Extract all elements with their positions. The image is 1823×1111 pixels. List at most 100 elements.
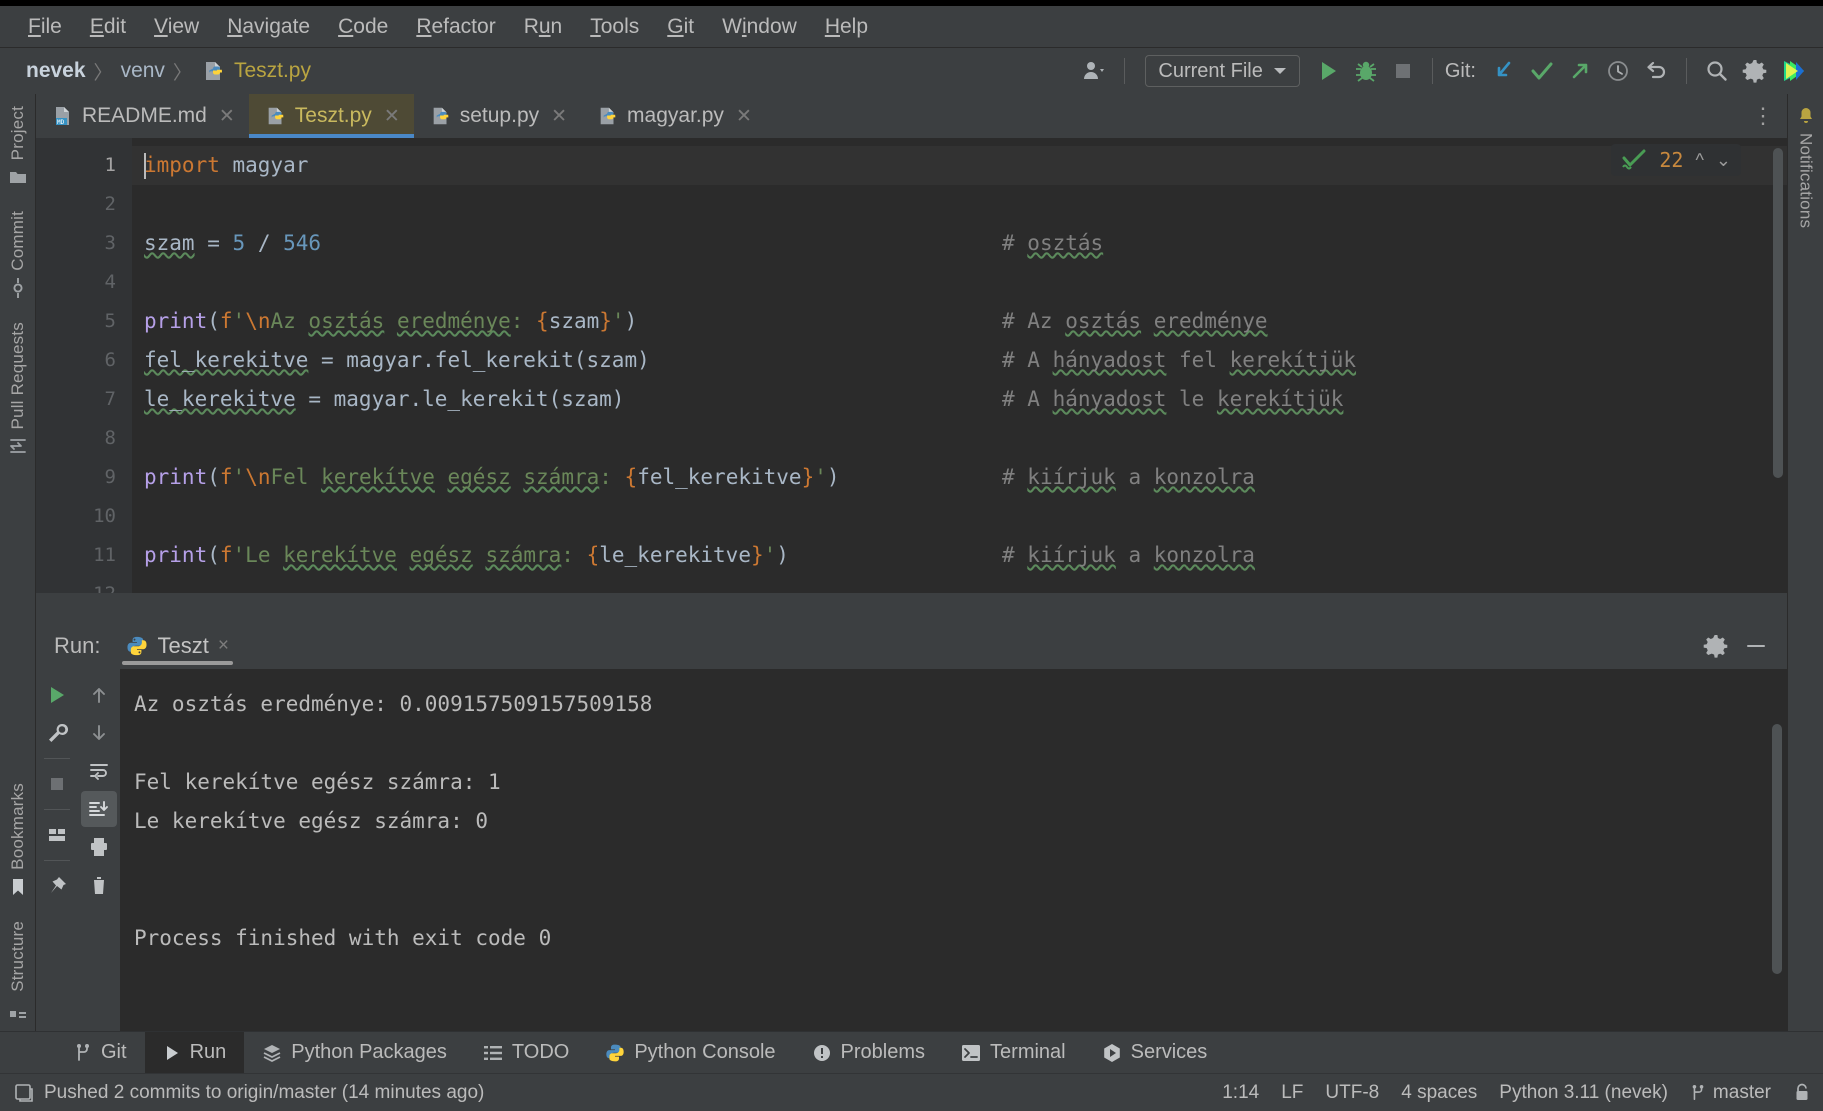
menu-refactor[interactable]: Refactor — [402, 13, 509, 41]
code-line[interactable]: print(f'Le kerekítve egész számra: {le_k… — [132, 536, 1787, 575]
sidebar-item-notifications[interactable]: Notifications — [1796, 94, 1816, 240]
bottom-tab-python-console[interactable]: Python Console — [587, 1032, 793, 1073]
menu-view[interactable]: View — [140, 13, 213, 41]
edit-configuration-button[interactable] — [39, 715, 75, 751]
close-icon[interactable]: ✕ — [551, 105, 567, 128]
code-content[interactable]: import magyar szam = 5 / 546# osztás pri… — [132, 138, 1787, 593]
editor-tab-teszt[interactable]: Teszt.py ✕ — [249, 94, 414, 138]
lock-icon[interactable] — [1793, 1083, 1811, 1103]
editor-run-splitter[interactable] — [36, 593, 1787, 623]
toolbar-divider — [1432, 58, 1433, 84]
stop-button[interactable] — [39, 766, 75, 802]
menu-code[interactable]: Code — [324, 13, 402, 41]
indent-setting[interactable]: 4 spaces — [1401, 1082, 1477, 1104]
scroll-to-end-button[interactable] — [81, 791, 117, 827]
history-icon[interactable] — [1600, 55, 1636, 87]
chevron-down-icon[interactable]: ⌄ — [1716, 150, 1731, 171]
menu-file[interactable]: File — [14, 13, 76, 41]
bottom-tab-problems[interactable]: Problems — [794, 1032, 943, 1073]
menu-navigate[interactable]: Navigate — [213, 13, 324, 41]
inspections-widget[interactable]: 22 ^ ⌄ — [1611, 144, 1741, 176]
breadcrumb-file[interactable]: Teszt.py — [234, 59, 311, 83]
console-scrollbar[interactable] — [1772, 724, 1782, 974]
previous-occurrence-button[interactable] — [81, 677, 117, 713]
toolbar-divider — [1124, 58, 1125, 84]
python-interpreter[interactable]: Python 3.11 (nevek) — [1499, 1082, 1668, 1104]
git-update-icon[interactable] — [1486, 55, 1522, 87]
git-branch-widget[interactable]: master — [1690, 1082, 1771, 1104]
search-icon[interactable] — [1699, 55, 1735, 87]
clear-all-button[interactable] — [81, 867, 117, 903]
code-line[interactable]: fel_kerekitve = magyar.fel_kerekit(szam)… — [132, 341, 1787, 380]
bottom-tab-todo[interactable]: TODO — [465, 1032, 587, 1073]
soft-wrap-button[interactable] — [81, 753, 117, 789]
line-number: 10 — [36, 497, 132, 536]
menu-tools[interactable]: Tools — [576, 13, 653, 41]
run-tab-teszt[interactable]: Teszt × — [116, 623, 238, 669]
editor-tab-readme[interactable]: MD README.md ✕ — [36, 94, 249, 138]
bottom-tab-git[interactable]: Git — [56, 1032, 145, 1073]
next-occurrence-button[interactable] — [81, 715, 117, 751]
ide-logo-icon[interactable] — [1775, 55, 1813, 87]
user-avatar-icon[interactable] — [1076, 55, 1112, 87]
git-commit-icon[interactable] — [1524, 55, 1560, 87]
menu-run[interactable]: Run — [510, 13, 577, 41]
git-push-icon[interactable] — [1562, 55, 1598, 87]
breadcrumb-folder[interactable]: venv — [121, 59, 165, 83]
event-log-icon[interactable] — [14, 1083, 34, 1103]
run-configuration-selector[interactable]: Current File — [1145, 55, 1299, 87]
code-line[interactable]: print(f'\nFel kerekítve egész számra: {f… — [132, 458, 1787, 497]
run-button[interactable] — [1310, 55, 1346, 87]
code-line[interactable]: import magyar — [132, 146, 1787, 185]
debug-button[interactable] — [1348, 55, 1384, 87]
close-icon[interactable]: ✕ — [736, 105, 752, 128]
sidebar-item-structure[interactable]: Structure — [8, 909, 28, 1031]
code-line[interactable] — [132, 185, 1787, 224]
menu-edit[interactable]: Edit — [76, 13, 140, 41]
code-line[interactable]: print(f'\nAz osztás eredménye: {szam}')#… — [132, 302, 1787, 341]
settings-gear-icon[interactable] — [1737, 55, 1773, 87]
close-icon[interactable]: ✕ — [219, 105, 235, 128]
line-separator[interactable]: LF — [1281, 1082, 1303, 1104]
code-line[interactable]: szam = 5 / 546# osztás — [132, 224, 1787, 263]
code-line[interactable]: le_kerekitve = magyar.le_kerekit(szam)# … — [132, 380, 1787, 419]
menu-help[interactable]: Help — [811, 13, 882, 41]
more-options-icon[interactable]: ⋮ — [1752, 103, 1775, 129]
sidebar-item-bookmarks[interactable]: Bookmarks — [8, 771, 28, 909]
settings-gear-icon[interactable] — [1703, 633, 1729, 659]
rerun-button[interactable] — [39, 677, 75, 713]
menu-git[interactable]: Git — [653, 13, 708, 41]
bottom-tab-terminal[interactable]: Terminal — [943, 1032, 1084, 1073]
git-branch-icon — [1690, 1084, 1706, 1102]
status-message[interactable]: Pushed 2 commits to origin/master (14 mi… — [44, 1082, 484, 1104]
code-line[interactable] — [132, 497, 1787, 536]
rollback-icon[interactable] — [1638, 55, 1674, 87]
menu-window[interactable]: Window — [708, 13, 811, 41]
sidebar-item-commit[interactable]: Commit — [8, 199, 28, 310]
editor-tab-setup[interactable]: setup.py ✕ — [414, 94, 581, 138]
editor-scrollbar[interactable] — [1773, 148, 1783, 548]
close-icon[interactable]: × — [218, 635, 229, 657]
file-encoding[interactable]: UTF-8 — [1325, 1082, 1379, 1104]
stop-button[interactable] — [1386, 55, 1420, 87]
bottom-tab-services[interactable]: Services — [1084, 1032, 1226, 1073]
print-button[interactable] — [81, 829, 117, 865]
code-line[interactable] — [132, 575, 1787, 593]
editor-tab-magyar[interactable]: magyar.py ✕ — [581, 94, 766, 138]
close-icon[interactable]: ✕ — [384, 105, 400, 128]
pin-tab-button[interactable] — [39, 868, 75, 904]
bottom-tab-run[interactable]: Run — [145, 1032, 245, 1073]
minimize-icon[interactable] — [1743, 633, 1769, 659]
sidebar-item-pull-requests[interactable]: Pull Requests — [8, 310, 28, 469]
caret-position[interactable]: 1:14 — [1222, 1082, 1259, 1104]
chevron-up-icon[interactable]: ^ — [1695, 150, 1703, 171]
code-line[interactable] — [132, 419, 1787, 458]
sidebar-item-project[interactable]: Project — [8, 94, 28, 199]
scrollbar-thumb[interactable] — [1773, 148, 1783, 478]
layout-settings-button[interactable] — [39, 817, 75, 853]
console-output[interactable]: Az osztás eredménye: 0.00915750915750915… — [120, 669, 1787, 1031]
code-line[interactable] — [132, 263, 1787, 302]
breadcrumb-project[interactable]: nevek — [26, 59, 86, 83]
bottom-tab-python-packages[interactable]: Python Packages — [244, 1032, 465, 1073]
code-editor[interactable]: 1 2 3 4 5 6 7 8 9 10 11 12 import magyar… — [36, 138, 1787, 593]
